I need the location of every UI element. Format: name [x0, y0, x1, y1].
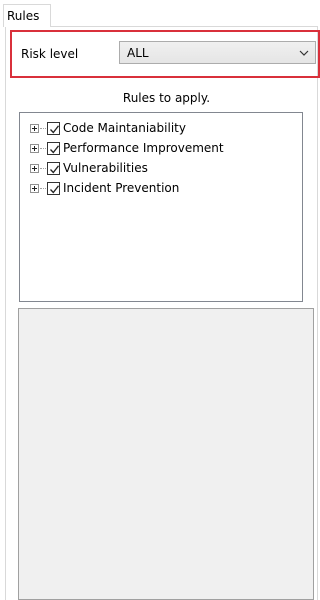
tree-connector	[40, 168, 46, 170]
tab-rules[interactable]: Rules	[3, 4, 51, 27]
tab-strip: Rules	[0, 0, 320, 27]
rule-checkbox[interactable]	[47, 182, 60, 195]
check-icon	[50, 165, 60, 174]
rules-tree[interactable]: Code Maintaniability Performance Improve…	[19, 112, 303, 302]
tree-connector	[40, 188, 46, 190]
rule-checkbox[interactable]	[47, 142, 60, 155]
expand-icon[interactable]	[30, 144, 39, 153]
tree-item-label: Performance Improvement	[63, 141, 224, 155]
check-icon	[50, 145, 60, 154]
risk-level-dropdown[interactable]: ALL	[119, 41, 316, 64]
tree-connector	[40, 128, 46, 130]
risk-level-value: ALL	[127, 46, 149, 60]
tree-item-label: Incident Prevention	[63, 181, 180, 195]
rule-checkbox[interactable]	[47, 122, 60, 135]
check-icon	[50, 185, 60, 194]
chevron-down-icon	[299, 50, 309, 56]
tree-item-label: Vulnerabilities	[63, 161, 148, 175]
risk-level-label: Risk level	[21, 47, 79, 61]
expand-icon[interactable]	[30, 164, 39, 173]
expand-icon[interactable]	[30, 184, 39, 193]
tab-rules-label: Rules	[7, 9, 40, 23]
rules-caption: Rules to apply.	[122, 91, 211, 105]
tree-connector	[40, 148, 46, 150]
check-icon	[50, 125, 60, 134]
expand-icon[interactable]	[30, 124, 39, 133]
tree-item-label: Code Maintaniability	[63, 121, 186, 135]
rule-details-pane	[18, 308, 314, 600]
rule-checkbox[interactable]	[47, 162, 60, 175]
